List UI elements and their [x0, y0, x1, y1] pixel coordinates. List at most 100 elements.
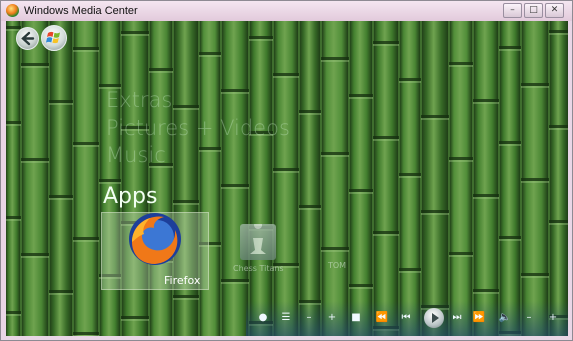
restore-button[interactable]: □: [524, 3, 543, 18]
bamboo-node: [299, 110, 321, 113]
rewind-button[interactable]: ⏪: [375, 312, 389, 324]
bamboo-node: [199, 147, 221, 150]
bamboo-stalk: [49, 21, 73, 336]
mute-button[interactable]: 🔈: [498, 312, 512, 324]
bamboo-node: [6, 311, 21, 314]
windows-logo-icon: [46, 31, 60, 44]
bamboo-node: [221, 89, 249, 92]
bamboo-node: [499, 141, 521, 144]
bamboo-stalk: [273, 21, 299, 336]
bamboo-node: [549, 125, 568, 128]
bamboo-node: [121, 31, 149, 34]
bamboo-node: [273, 168, 299, 171]
bamboo-stalk: [421, 21, 449, 336]
bamboo-node: [321, 152, 349, 155]
menu-music[interactable]: Music: [106, 143, 166, 167]
app-label-chess: Chess Titans: [233, 264, 284, 273]
media-center-content: Extras Pictures + Videos Music Apps Fire…: [6, 21, 568, 336]
bamboo-stalk: [473, 21, 499, 336]
guide-button[interactable]: ☰: [279, 312, 293, 324]
bamboo-node: [21, 253, 49, 256]
window-title: Windows Media Center: [24, 5, 138, 17]
bamboo-node: [73, 237, 99, 240]
bamboo-node: [73, 332, 99, 335]
bamboo-stalk: [499, 21, 521, 336]
bamboo-node: [173, 200, 199, 203]
back-button[interactable]: [16, 27, 39, 50]
bamboo-node: [6, 121, 21, 124]
volume-up-button[interactable]: +: [546, 312, 560, 324]
bamboo-node: [349, 284, 373, 287]
bamboo-stalk: [399, 21, 421, 336]
app-label-firefox: Firefox: [164, 274, 201, 287]
bamboo-node: [549, 220, 568, 223]
bamboo-node: [49, 195, 73, 198]
channel-up-button[interactable]: +: [325, 312, 339, 324]
bamboo-node: [73, 47, 99, 50]
firefox-icon: [129, 213, 181, 265]
bamboo-node: [449, 62, 473, 65]
bamboo-node: [349, 94, 373, 97]
bamboo-node: [299, 205, 321, 208]
bamboo-node: [321, 57, 349, 60]
bamboo-node: [49, 100, 73, 103]
minimize-button[interactable]: –: [503, 3, 522, 18]
bamboo-node: [449, 252, 473, 255]
bamboo-node: [549, 30, 568, 33]
bamboo-node: [121, 316, 149, 319]
app-label-tom[interactable]: TOM: [328, 261, 346, 270]
bamboo-node: [373, 41, 399, 44]
bamboo-stalk: [521, 21, 549, 336]
bamboo-node: [221, 184, 249, 187]
chess-icon[interactable]: [240, 221, 276, 260]
bamboo-node: [249, 36, 273, 39]
bamboo-node: [349, 189, 373, 192]
menu-apps[interactable]: Apps: [103, 184, 157, 209]
media-center-window: Windows Media Center – □ ✕ Extras Pictur…: [0, 0, 573, 341]
stop-button[interactable]: ■: [349, 312, 363, 324]
menu-pictures-videos[interactable]: Pictures + Videos: [106, 116, 290, 140]
next-button[interactable]: ⏭: [450, 312, 464, 324]
bamboo-stalk: [549, 21, 568, 336]
play-button[interactable]: [424, 308, 444, 328]
bamboo-stalk: [373, 21, 399, 336]
bamboo-stalk: [449, 21, 473, 336]
previous-button[interactable]: ⏮: [399, 312, 413, 324]
bamboo-node: [521, 83, 549, 86]
bamboo-stalk: [6, 21, 21, 336]
bamboo-stalk: [321, 21, 349, 336]
bamboo-node: [473, 289, 499, 292]
bamboo-node: [499, 46, 521, 49]
start-button[interactable]: [41, 25, 67, 51]
bamboo-node: [21, 158, 49, 161]
bamboo-node: [221, 279, 249, 282]
bamboo-stalk: [349, 21, 373, 336]
media-center-icon: [6, 4, 19, 17]
bamboo-node: [149, 68, 173, 71]
bamboo-node: [373, 136, 399, 139]
bamboo-node: [21, 63, 49, 66]
menu-extras[interactable]: Extras: [106, 88, 172, 112]
volume-down-button[interactable]: –: [522, 312, 536, 324]
fast-forward-button[interactable]: ⏩: [472, 312, 486, 324]
bamboo-node: [399, 173, 421, 176]
channel-down-button[interactable]: –: [302, 312, 316, 324]
bamboo-node: [521, 273, 549, 276]
bamboo-node: [521, 178, 549, 181]
bamboo-node: [421, 115, 449, 118]
record-button[interactable]: ●: [256, 312, 270, 324]
title-bar[interactable]: Windows Media Center – □ ✕: [1, 1, 572, 21]
close-button[interactable]: ✕: [545, 3, 564, 18]
bamboo-node: [173, 295, 199, 298]
bamboo-stalk: [299, 21, 321, 336]
bamboo-node: [399, 78, 421, 81]
bamboo-node: [449, 157, 473, 160]
bamboo-node: [421, 210, 449, 213]
bamboo-stalk: [73, 21, 99, 336]
bamboo-node: [373, 231, 399, 234]
bamboo-node: [6, 216, 21, 219]
bamboo-node: [473, 99, 499, 102]
bamboo-stalk: [249, 21, 273, 336]
bamboo-stalk: [221, 21, 249, 336]
bamboo-node: [99, 84, 121, 87]
